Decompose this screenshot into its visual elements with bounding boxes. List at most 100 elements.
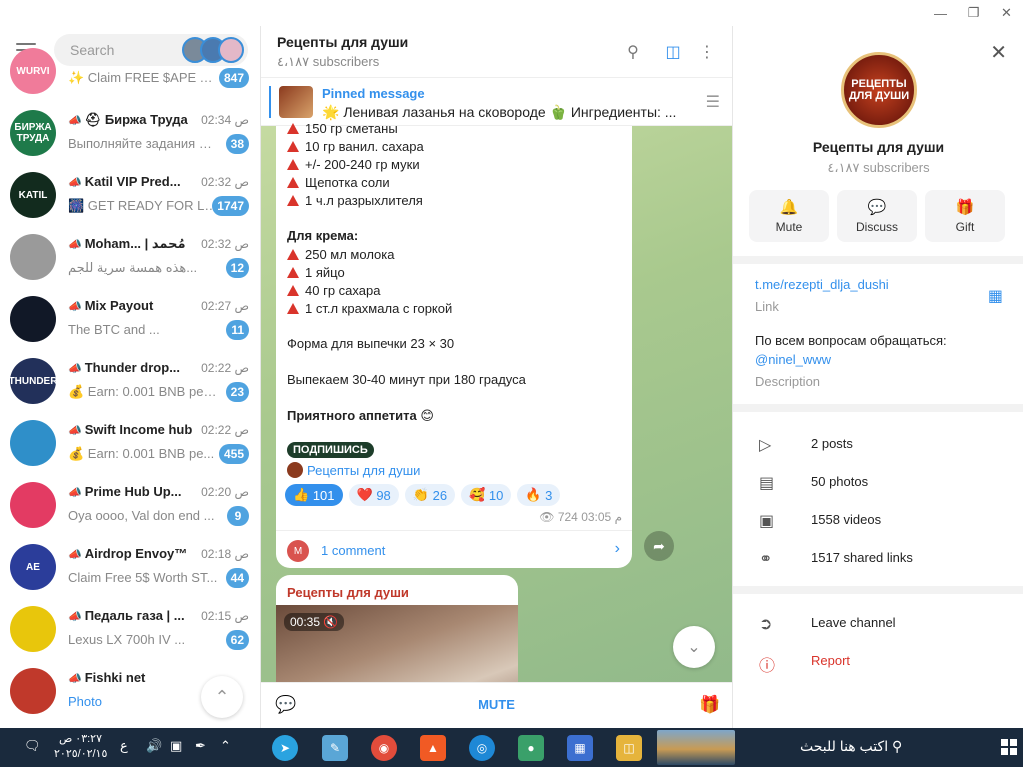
channel-avatar[interactable]: РЕЦЕПТЫ ДЛЯ ДУШИ <box>841 52 917 128</box>
channel-icon: 📣 <box>68 115 82 127</box>
chrome-taskbar-icon[interactable]: ◉ <box>371 735 397 761</box>
news-widget[interactable] <box>657 730 735 765</box>
list-item-text: 40 гр сахара <box>305 283 381 298</box>
chat-list-item[interactable]: 📣 Prime Hub Up... 02:20 ص Oya oooo, Val don… <box>0 474 260 536</box>
reaction-count: 98 <box>376 487 391 503</box>
reaction-chip[interactable]: 🥰 10 <box>461 484 512 506</box>
message-time: 03:05 م <box>581 510 622 524</box>
reaction-chip[interactable]: 👍 101 <box>285 484 343 506</box>
more-icon[interactable]: ⋮ <box>695 40 719 64</box>
reaction-count: 101 <box>312 487 335 503</box>
chat-title[interactable]: Рецепты для души <box>277 34 408 50</box>
chat-avatar <box>10 668 56 714</box>
network-icon[interactable]: ▣ <box>170 738 182 754</box>
chat-time: 02:18 ص <box>201 547 249 561</box>
channel-link[interactable]: Рецепты для души <box>287 462 420 478</box>
notepad-taskbar-icon[interactable]: ✎ <box>322 735 348 761</box>
chat-list-item[interactable]: THUNDER 📣 Thunder drop... 02:22 ص 💰 Earn: 0.… <box>0 350 260 412</box>
taskbar-search[interactable]: اكتب هنا للبحث ⚲ <box>800 738 902 755</box>
channel-link-url[interactable]: t.me/rezepti_dlja_dushi <box>755 277 889 292</box>
chat-list-item[interactable]: 📣 Педаль газа | ... 02:15 ص Lexus LX 700h I… <box>0 598 260 660</box>
store-taskbar-icon[interactable]: ▦ <box>567 735 593 761</box>
reaction-emoji: 👍 <box>293 487 310 502</box>
chat-name: 📣 Mix Payout <box>68 298 196 313</box>
comments-button[interactable]: M 1 comment › <box>276 530 632 568</box>
edge-taskbar-icon[interactable]: ◎ <box>469 735 495 761</box>
bell-icon: 🔔 <box>779 199 799 216</box>
channel-icon: 📣 <box>68 611 82 623</box>
chat-avatar: AE <box>10 544 56 590</box>
brave-taskbar-icon[interactable]: ▲ <box>420 735 446 761</box>
chat-list: WURVI📣✨ Claim FREE $APE To...847БИРЖА ТР… <box>0 48 260 722</box>
tray-expand-icon[interactable]: ⌃ <box>220 738 231 754</box>
game-taskbar-icon[interactable]: ● <box>518 735 544 761</box>
channel-info-panel: ✕ РЕЦЕПТЫ ДЛЯ ДУШИ Рецепты для души ٤،١٨… <box>732 26 1023 728</box>
media-posts-row[interactable]: ▷ 2 posts <box>733 425 1023 463</box>
cream-list: 250 мл молока 1 яйцо 40 гр сахара 1 ст.л кр… <box>287 246 452 318</box>
pen-icon[interactable]: ✒ <box>195 738 206 754</box>
unread-badge: 44 <box>225 568 249 588</box>
forward-icon[interactable]: ➦ <box>644 531 674 561</box>
chat-list-item[interactable]: 📣 Mix Payout 02:27 ص The BTC and ... 11 <box>0 288 260 350</box>
message-bubble[interactable]: 150 гр сметаны 10 гр ванил. сахара +/- 200… <box>276 121 632 568</box>
minimize-icon[interactable]: — <box>924 0 957 26</box>
chat-list-item[interactable]: WURVI📣✨ Claim FREE $APE To...847 <box>0 48 260 102</box>
report-row[interactable]: ⓘ Report <box>733 642 1023 680</box>
description-handle[interactable]: @ninel_www <box>755 352 831 367</box>
chat-list-item[interactable]: БИРЖА ТРУДА 📣 ⛑ Биржа Труда 02:34 ص Выполняй… <box>0 102 260 164</box>
window-controls: — ❐ ✕ <box>924 0 1023 26</box>
photo-icon: ▤ <box>759 475 775 492</box>
reaction-emoji: 🥰 <box>469 487 486 502</box>
start-icon[interactable] <box>1001 739 1017 755</box>
video-duration: 00:35 🔇 <box>284 613 345 631</box>
muted-icon[interactable]: 🔇 <box>323 615 338 629</box>
taskbar-clock[interactable]: ٠٣:٢٧ ص ٢٠٢٥/٠٢/١٥ <box>54 732 107 762</box>
pinned-thumbnail <box>279 86 313 118</box>
chat-list-item[interactable]: 📣 Swift Income hub 02:22 ص 💰 Earn: 0.001 BN… <box>0 412 260 474</box>
gift-action-button[interactable]: 🎁 Gift <box>925 190 1005 242</box>
views-icon: 👁 <box>539 510 555 524</box>
language-indicator[interactable]: ع <box>120 738 128 754</box>
channel-icon: 📣 <box>68 363 82 375</box>
list-item-text: 1 ч.л разрыхлителя <box>305 193 423 208</box>
leave-channel-row[interactable]: ➲ Leave channel <box>733 604 1023 642</box>
mute-action-button[interactable]: 🔔 Mute <box>749 190 829 242</box>
media-links-row[interactable]: ⚭ 1517 shared links <box>733 539 1023 577</box>
channel-icon: 📣 <box>68 487 82 499</box>
reaction-chip[interactable]: 🔥 3 <box>517 484 561 506</box>
chat-preview: Lexus LX 700h IV ... <box>68 632 186 647</box>
chat-list-item[interactable]: AE 📣 Airdrop Envoy™ 02:18 ص Claim Free 5$ Wo… <box>0 536 260 598</box>
chat-name-text: ⛑ Биржа Труда <box>84 112 188 127</box>
telegram-taskbar-icon[interactable]: ➤ <box>272 735 298 761</box>
close-icon[interactable]: ✕ <box>990 40 1007 65</box>
red-triangle-icon <box>287 285 299 296</box>
gift-icon[interactable]: 🎁 <box>699 695 720 715</box>
reactions: 👍 101 ❤️ 98 👏 26 🥰 10 🔥 3 <box>285 484 566 506</box>
folder-taskbar-icon[interactable]: ◫ <box>616 735 642 761</box>
search-icon[interactable]: ⚲ <box>621 40 645 64</box>
mute-button[interactable]: MUTE <box>261 697 732 712</box>
restore-icon[interactable]: ❐ <box>957 0 990 26</box>
chat-list-item[interactable]: KATIL 📣 Katil VIP Pred... 02:32 ص 🎆 GET READ… <box>0 164 260 226</box>
chat-preview: 💰 Earn: 0.001 BNB per ... <box>68 384 218 399</box>
scroll-up-button[interactable]: ⌃ <box>201 676 243 718</box>
sidebar-toggle-icon[interactable]: ◫ <box>661 40 685 64</box>
message-meta: 👁 724 03:05 م <box>539 510 622 524</box>
qr-code-icon[interactable]: ▦ <box>988 286 1003 306</box>
pinned-message-bar[interactable]: Pinned message 🌟 Ленивая лазанья на сков… <box>261 78 732 126</box>
reaction-chip[interactable]: ❤️ 98 <box>348 484 399 506</box>
notification-icon[interactable]: 🗨 <box>24 738 41 754</box>
reaction-chip[interactable]: 👏 26 <box>404 484 456 506</box>
unread-badge: 23 <box>225 382 249 402</box>
taskbar: 🗨 ٠٣:٢٧ ص ٢٠٢٥/٠٢/١٥ ع 🔊 ▣ ✒ ⌃ ➤ ✎ ◉ ▲ ◎… <box>0 728 1023 767</box>
discuss-action-button[interactable]: 💬 Discuss <box>837 190 917 242</box>
close-window-icon[interactable]: ✕ <box>990 0 1023 26</box>
chat-name: 📣 ⛑ Биржа Труда <box>68 112 196 128</box>
chat-list-item[interactable]: 📣 Moham... | مُحمد 02:32 ص هذه همسة سرية لل… <box>0 226 260 288</box>
media-videos-row[interactable]: ▣ 1558 videos <box>733 501 1023 539</box>
media-photos-row[interactable]: ▤ 50 photos <box>733 463 1023 501</box>
pin-list-icon[interactable]: ☰ <box>706 92 720 112</box>
red-triangle-icon <box>287 123 299 134</box>
volume-icon[interactable]: 🔊 <box>146 738 162 754</box>
scroll-down-button[interactable]: ⌄ <box>673 626 715 668</box>
